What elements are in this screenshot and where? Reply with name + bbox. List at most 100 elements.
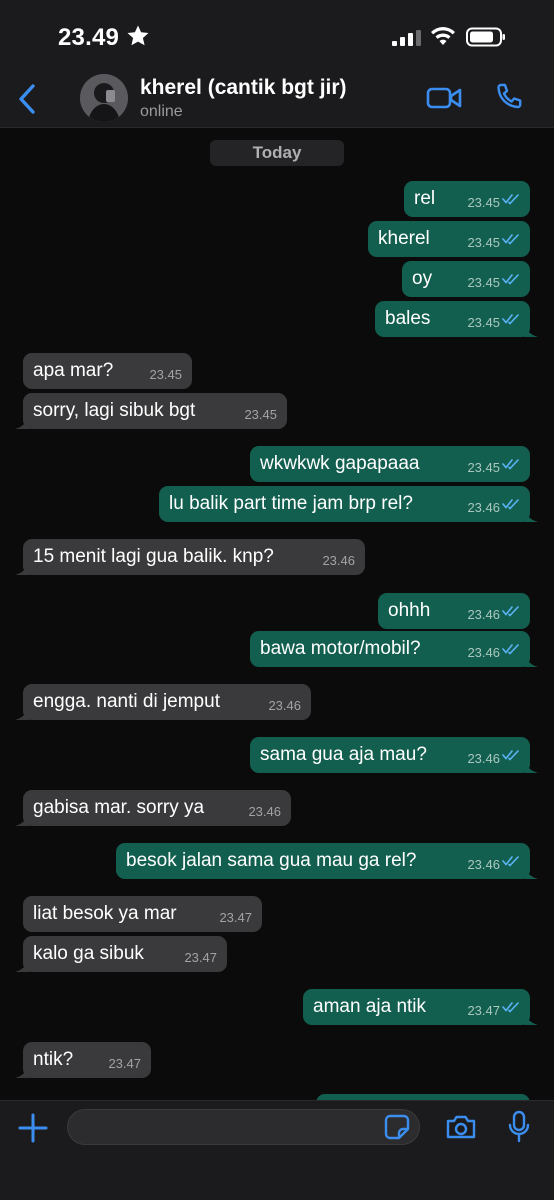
- message-bubble-outgoing[interactable]: ohhh 23.46: [378, 593, 530, 629]
- message-bubble-outgoing[interactable]: lu balik part time jam brp rel? 23.46: [159, 486, 538, 522]
- message-bubble-outgoing[interactable]: oy 23.45: [402, 261, 530, 297]
- message-bubble-incoming[interactable]: kalo ga sibuk 23.47: [15, 936, 227, 972]
- message-text: bales: [385, 308, 431, 329]
- message-text: apa mar?: [33, 360, 114, 381]
- message-time: 23.46: [268, 698, 301, 713]
- message-text: ohhh: [388, 600, 431, 621]
- battery-icon: [466, 27, 505, 47]
- bubble-tail: [15, 415, 29, 429]
- message-time: 23.46: [467, 751, 500, 766]
- message-time: 23.46: [467, 645, 500, 660]
- read-receipt-icon: [502, 499, 519, 510]
- message-time: 23.46: [248, 804, 281, 819]
- bubble-tail: [15, 706, 29, 720]
- microphone-icon[interactable]: [507, 1110, 531, 1144]
- message-time: 23.47: [108, 1056, 141, 1071]
- status-bar: 23.49: [0, 0, 554, 72]
- bubble-tail: [15, 958, 29, 972]
- message-time: 23.45: [467, 195, 500, 210]
- message-text: kalo ga sibuk: [33, 943, 144, 964]
- plus-icon[interactable]: [18, 1113, 48, 1143]
- composer-bar: [0, 1100, 554, 1200]
- message-bubble-outgoing[interactable]: bawa motor/mobil? 23.46: [250, 631, 538, 667]
- message-time: 23.47: [184, 950, 217, 965]
- message-time: 23.45: [467, 460, 500, 475]
- message-text: gabisa mar. sorry ya: [33, 797, 205, 818]
- message-text: liat besok ya mar: [33, 903, 177, 924]
- read-receipt-icon: [502, 459, 519, 470]
- video-camera-icon[interactable]: [426, 86, 462, 110]
- message-text: engga. nanti di jemput: [33, 691, 220, 712]
- message-text: oy: [412, 268, 433, 289]
- message-time: 23.46: [322, 553, 355, 568]
- bubble-tail: [524, 1011, 538, 1025]
- message-text: wkwkwk gapapaaa: [260, 453, 420, 474]
- message-text: sama gua aja mau?: [260, 744, 427, 765]
- bubble-tail: [524, 865, 538, 879]
- message-text: lu balik part time jam brp rel?: [169, 493, 413, 514]
- message-list[interactable]: Today rel 23.45 kherel 23.45 oy 23.45 ba…: [0, 128, 554, 1100]
- message-bubble-outgoing[interactable]: aman aja ntik 23.47: [303, 989, 538, 1025]
- read-receipt-icon: [502, 856, 519, 867]
- message-bubble-incoming[interactable]: sorry, lagi sibuk bgt 23.45: [15, 393, 287, 429]
- message-text: besok jalan sama gua mau ga rel?: [126, 850, 417, 871]
- message-bubble-outgoing[interactable]: kherel 23.45: [368, 221, 530, 257]
- read-receipt-icon: [502, 1002, 519, 1013]
- message-time: 23.47: [219, 910, 252, 925]
- status-time: 23.49: [58, 24, 120, 51]
- message-time: 23.45: [467, 235, 500, 250]
- read-receipt-icon: [502, 314, 519, 325]
- message-time: 23.45: [244, 407, 277, 422]
- message-bubble-outgoing[interactable]: bales 23.45: [375, 301, 538, 337]
- message-bubble-outgoing[interactable]: sama gua aja mau? 23.46: [250, 737, 538, 773]
- message-time: 23.45: [467, 275, 500, 290]
- phone-icon[interactable]: [494, 82, 524, 112]
- wifi-icon: [431, 27, 455, 45]
- message-bubble-incoming[interactable]: engga. nanti di jemput 23.46: [15, 684, 311, 720]
- message-time: 23.46: [467, 607, 500, 622]
- message-text: sorry, lagi sibuk bgt: [33, 400, 196, 421]
- star-icon: [127, 25, 149, 46]
- message-time: 23.46: [467, 857, 500, 872]
- chat-header: kherel (cantik bgt jir) online: [0, 72, 554, 128]
- contact-status: online: [140, 103, 183, 120]
- message-time: 23.46: [467, 500, 500, 515]
- message-input[interactable]: [67, 1109, 420, 1145]
- message-time: 23.45: [149, 367, 182, 382]
- bubble-tail: [15, 561, 29, 575]
- day-separator: Today: [210, 140, 344, 166]
- avatar[interactable]: [80, 74, 128, 122]
- message-time: 23.47: [467, 1003, 500, 1018]
- read-receipt-icon: [502, 274, 519, 285]
- bubble-tail: [524, 323, 538, 337]
- message-bubble-outgoing[interactable]: rel 23.45: [404, 181, 530, 217]
- message-bubble-incoming[interactable]: 15 menit lagi gua balik. knp? 23.46: [15, 539, 365, 575]
- read-receipt-icon: [502, 750, 519, 761]
- message-bubble-incoming[interactable]: liat besok ya mar 23.47: [23, 896, 262, 932]
- message-text: rel: [414, 188, 436, 209]
- back-icon[interactable]: [14, 82, 40, 116]
- message-bubble-outgoing[interactable]: wkwkwk gapapaaa 23.45: [250, 446, 530, 482]
- camera-icon[interactable]: [445, 1114, 477, 1140]
- bubble-tail: [15, 812, 29, 826]
- message-bubble-incoming[interactable]: ntik? 23.47: [15, 1042, 151, 1078]
- read-receipt-icon: [502, 606, 519, 617]
- read-receipt-icon: [502, 234, 519, 245]
- message-time: 23.45: [467, 315, 500, 330]
- message-text: kherel: [378, 228, 430, 249]
- bubble-tail: [15, 1064, 29, 1078]
- message-text: bawa motor/mobil?: [260, 638, 421, 659]
- bubble-tail: [524, 508, 538, 522]
- message-text: 15 menit lagi gua balik. knp?: [33, 546, 274, 567]
- message-bubble-outgoing[interactable]: besok jalan sama gua mau ga rel? 23.46: [116, 843, 538, 879]
- bubble-tail: [524, 759, 538, 773]
- contact-name[interactable]: kherel (cantik bgt jir): [140, 76, 347, 100]
- sticker-icon[interactable]: [384, 1114, 410, 1140]
- read-receipt-icon: [502, 644, 519, 655]
- read-receipt-icon: [502, 194, 519, 205]
- message-bubble-incoming[interactable]: gabisa mar. sorry ya 23.46: [15, 790, 291, 826]
- message-bubble-incoming[interactable]: apa mar? 23.45: [23, 353, 192, 389]
- message-text: aman aja ntik: [313, 996, 427, 1017]
- signal-icon: [392, 30, 421, 46]
- bubble-tail: [524, 653, 538, 667]
